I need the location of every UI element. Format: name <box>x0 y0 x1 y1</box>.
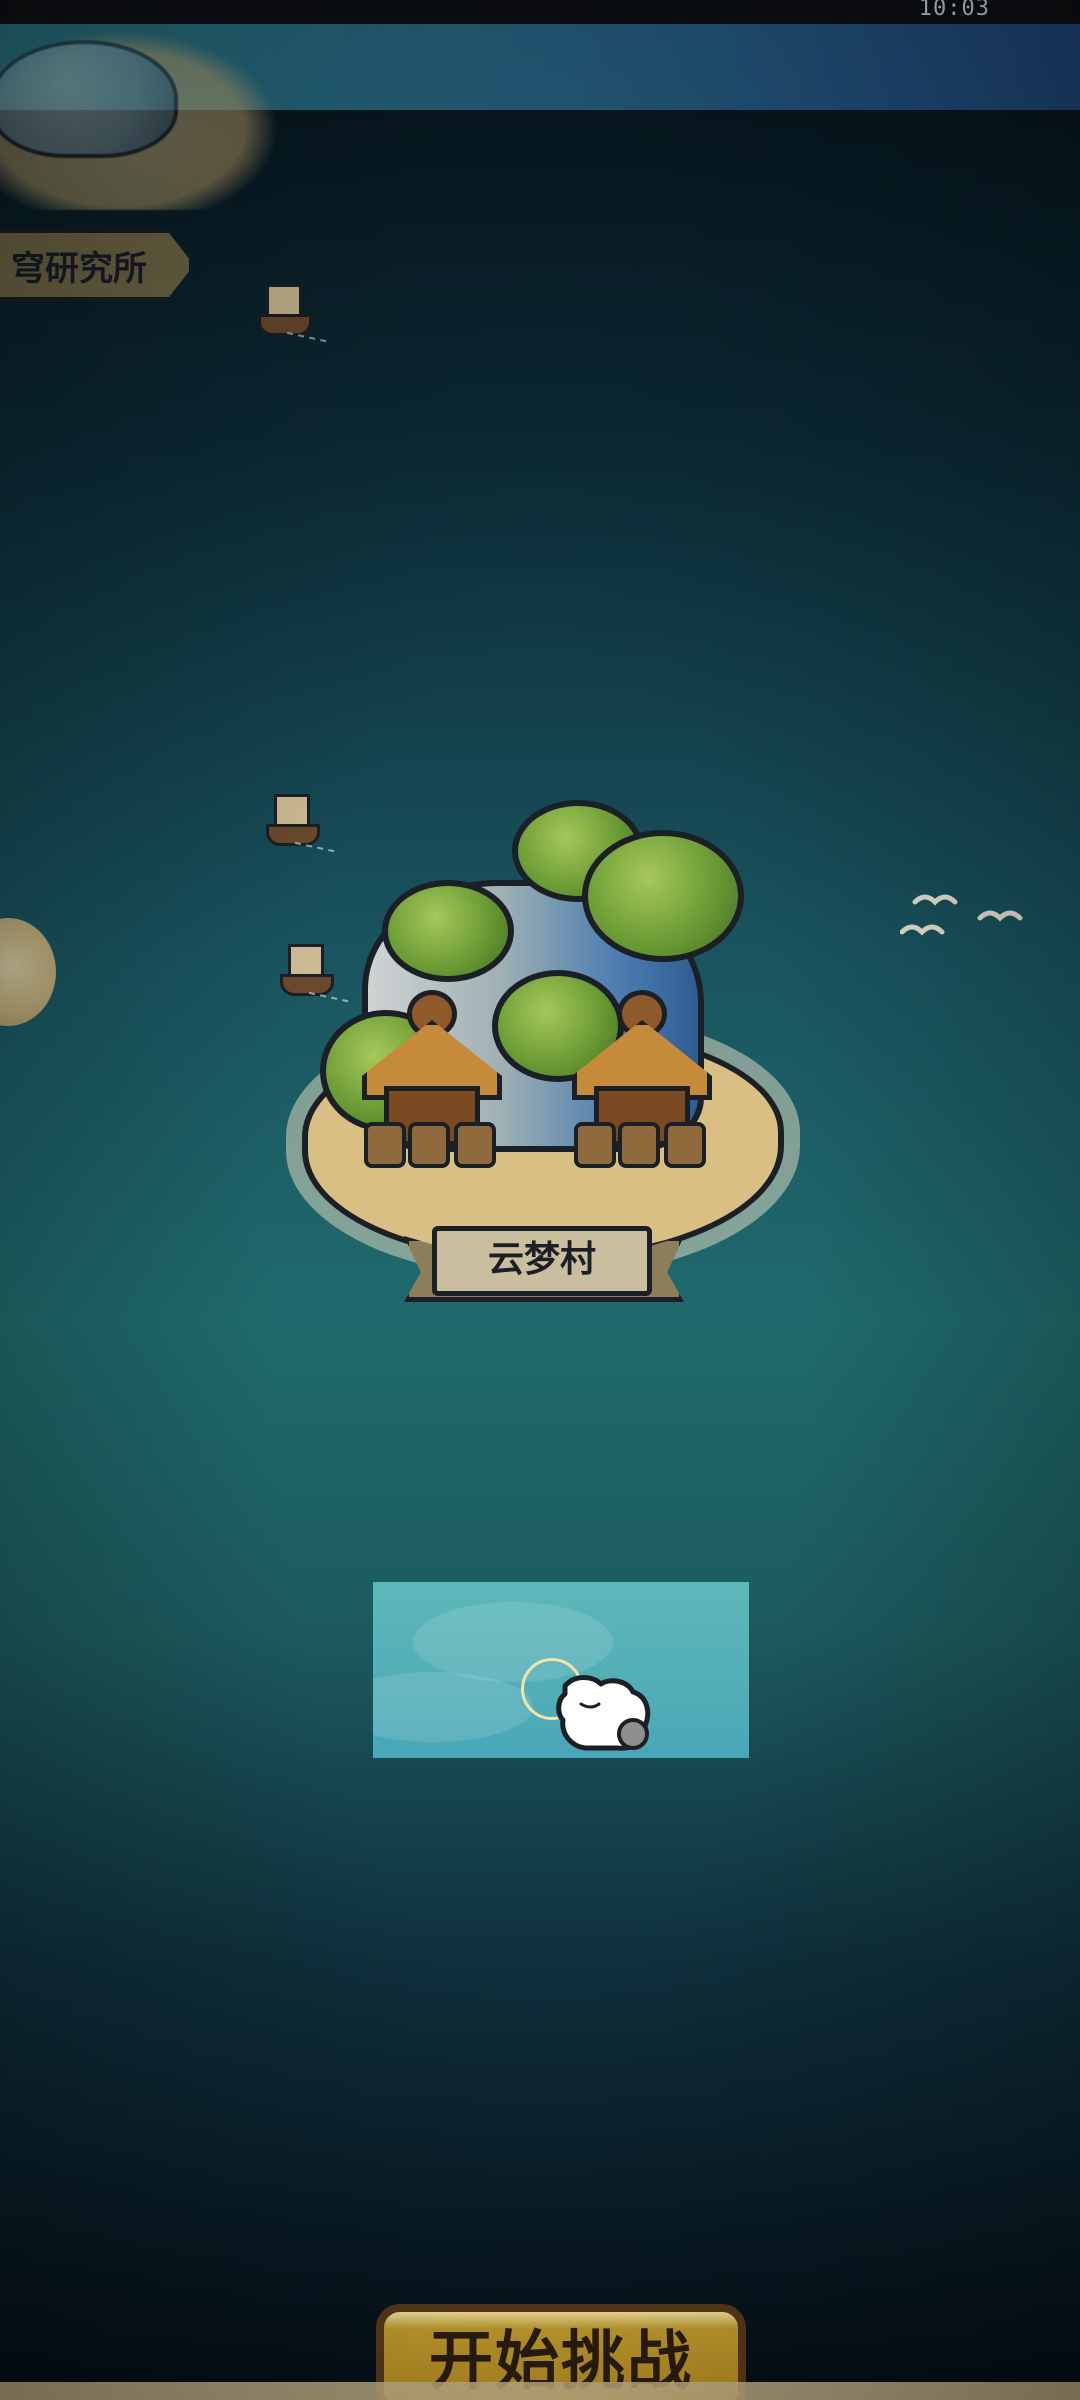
barrel-icon <box>618 1122 660 1168</box>
boat-icon <box>252 280 327 349</box>
game-screen: 10:03 穹研究所 云梦村 开始挑战 <box>0 0 1080 2400</box>
hut-icon <box>572 990 712 1168</box>
barrel-icon <box>364 1122 406 1168</box>
wake-icon <box>285 331 327 349</box>
status-bar: 10:03 <box>0 0 1080 24</box>
tree-icon <box>382 880 514 982</box>
barrel-icon <box>664 1122 706 1168</box>
top-left-island[interactable] <box>0 30 280 210</box>
barrel-icon <box>574 1122 616 1168</box>
observatory-dome-icon <box>0 40 178 158</box>
top-left-location-banner[interactable]: 穹研究所 <box>0 228 194 302</box>
bottom-bar <box>0 2382 1080 2400</box>
pointer-hand-icon <box>556 1675 651 1751</box>
edge-island-icon[interactable] <box>0 918 56 1026</box>
hut-icon <box>362 990 502 1168</box>
barrel-icon <box>408 1122 450 1168</box>
seagulls-icon <box>900 894 1023 936</box>
tree-icon <box>582 830 744 962</box>
top-left-location-label: 穹研究所 <box>11 249 147 289</box>
barrel-icon <box>454 1122 496 1168</box>
island-name-banner[interactable]: 云梦村 <box>404 1226 684 1302</box>
cloud-shape <box>373 1672 533 1742</box>
hull-icon <box>258 314 312 336</box>
clock: 10:03 <box>918 0 990 21</box>
tutorial-highlight-window[interactable] <box>373 1582 749 1758</box>
island-name-label: 云梦村 <box>432 1226 652 1296</box>
